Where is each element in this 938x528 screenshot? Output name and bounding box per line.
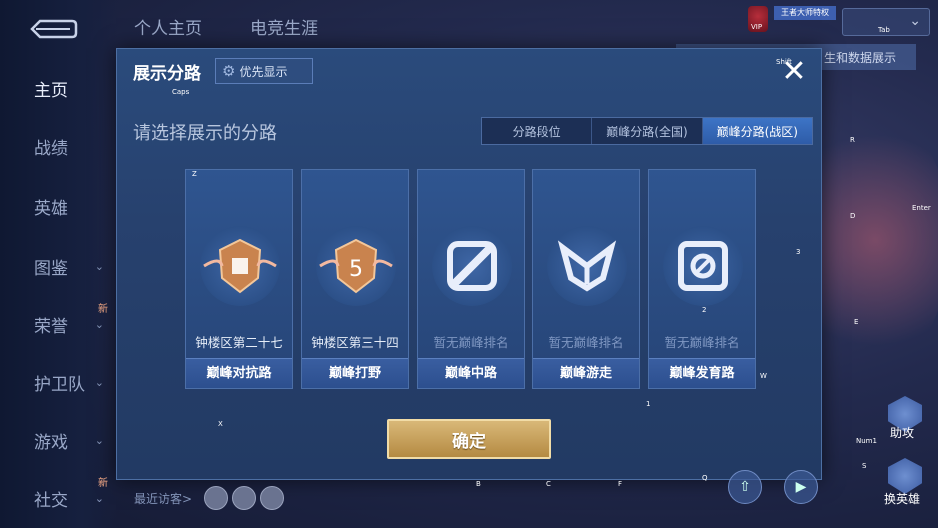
sidebar-item-label: 英雄 — [34, 198, 68, 219]
lane-card[interactable]: 暂无巅峰排名巅峰发育路 — [648, 169, 756, 389]
sidebar-item[interactable]: 图鉴 ⌄ — [0, 246, 118, 286]
lane-card[interactable]: 5 钟楼区第三十四巅峰打野 — [301, 169, 409, 389]
lane-card[interactable]: 钟楼区第二十七巅峰对抗路 — [185, 169, 293, 389]
mid-lane-icon — [432, 226, 512, 306]
shield-emblem-2-icon — [200, 226, 280, 306]
play-icon[interactable]: ▶ — [784, 470, 818, 504]
sidebar-item[interactable]: 战绩 — [0, 126, 118, 166]
sidebar-item[interactable]: 游戏 ⌄ — [0, 420, 118, 460]
hotkey-label: 3 — [796, 248, 801, 256]
lane-name: 巅峰游走 — [533, 358, 639, 388]
hotkey-label: 1 — [646, 400, 651, 408]
sidebar-item[interactable]: 主页 — [0, 68, 118, 108]
hotkey-label: Z — [192, 170, 197, 178]
swap-hero-label: 换英雄 — [884, 492, 921, 506]
chevron-down-icon: ⌄ — [94, 491, 104, 505]
sidebar-item-label: 战绩 — [34, 138, 68, 159]
visitor-avatar[interactable] — [232, 486, 256, 510]
svg-text:5: 5 — [349, 257, 363, 282]
gear-icon: ⚙ — [222, 62, 236, 80]
hotkey-label: Shift — [776, 58, 792, 66]
lane-rank-text: 暂无巅峰排名 — [664, 335, 740, 350]
lane-rank-text: 暂无巅峰排名 — [433, 335, 509, 350]
sidebar-item-label: 图鉴 — [34, 258, 68, 279]
farm-lane-icon — [663, 226, 743, 306]
chevron-down-icon: ⌄ — [94, 317, 104, 331]
chevron-down-icon: ⌄ — [94, 259, 104, 273]
hotkey-label: 2 — [702, 306, 707, 314]
chevron-down-icon: ⌄ — [909, 13, 921, 29]
chevron-down-icon: ⌄ — [94, 433, 104, 447]
hotkey-label: B — [476, 480, 481, 488]
sidebar-item[interactable]: 英雄 — [0, 186, 118, 226]
sidebar-item-label: 主页 — [34, 80, 68, 101]
sidebar-item-label: 社交 — [34, 490, 68, 511]
segment-lane-rank[interactable]: 分路段位 — [482, 118, 593, 144]
dialog-subtitle: 请选择展示的分路 — [133, 123, 277, 144]
segment-peak-national[interactable]: 巅峰分路(全国) — [592, 118, 703, 144]
lane-name: 巅峰发育路 — [649, 358, 755, 388]
lane-rank-text: 暂无巅峰排名 — [548, 335, 624, 350]
hotkey-label: Tab — [878, 26, 890, 34]
priority-display-button[interactable]: ⚙ 优先显示 — [215, 58, 313, 84]
chevron-down-icon: ⌄ — [94, 375, 104, 389]
visitor-avatar[interactable] — [260, 486, 284, 510]
hotkey-label: S — [862, 462, 867, 470]
lane-type-segmented-control: 分路段位 巅峰分路(全国) 巅峰分路(战区) — [481, 117, 813, 145]
lane-name: 巅峰打野 — [302, 358, 408, 388]
lane-name: 巅峰对抗路 — [186, 358, 292, 388]
recent-visitors-link[interactable]: 最近访客> — [134, 490, 192, 507]
roam-icon — [547, 226, 627, 306]
lane-rank-text: 钟楼区第二十七 — [195, 335, 283, 350]
back-arrow-icon[interactable] — [26, 18, 78, 40]
segment-peak-region[interactable]: 巅峰分路(战区) — [702, 118, 812, 144]
vip-badge-icon: VIP — [748, 6, 768, 32]
sidebar-item-label: 游戏 — [34, 432, 68, 453]
tab-esports-career[interactable]: 电竞生涯 — [250, 14, 318, 39]
dialog-title: 展示分路 — [133, 64, 201, 84]
sidebar: 主页 战绩 英雄 图鉴 ⌄ 荣誉 ⌄ 新护卫队 ⌄ 游戏 ⌄ 社交 ⌄ 新 — [0, 0, 118, 528]
hotkey-label: C — [546, 480, 551, 488]
sidebar-item[interactable]: 社交 ⌄ 新 — [0, 478, 118, 518]
hotkey-label: D — [850, 212, 856, 220]
swap-hero-icon[interactable] — [888, 458, 922, 494]
sidebar-item[interactable]: 护卫队 ⌄ — [0, 362, 118, 402]
shield-emblem-5-icon: 5 — [316, 226, 396, 306]
lane-name: 巅峰中路 — [418, 358, 524, 388]
hotkey-label: Caps — [172, 88, 190, 96]
confirm-button[interactable]: 确定 — [387, 419, 551, 459]
assist-label: 助攻 — [890, 426, 915, 440]
lane-rank-text: 钟楼区第三十四 — [311, 335, 399, 350]
new-badge: 新 — [98, 304, 108, 315]
hotkey-label: E — [854, 318, 859, 326]
sidebar-item-label: 护卫队 — [34, 374, 85, 395]
sidebar-item-label: 荣誉 — [34, 316, 68, 337]
visitor-avatar[interactable] — [204, 486, 228, 510]
hotkey-label: Num1 — [856, 437, 877, 445]
sidebar-item[interactable]: 荣誉 ⌄ 新 — [0, 304, 118, 344]
upload-icon[interactable]: ⇧ — [728, 470, 762, 504]
hotkey-label: X — [218, 420, 223, 428]
tab-personal-home[interactable]: 个人主页 — [134, 14, 202, 39]
hotkey-label: Enter — [912, 204, 931, 212]
hotkey-label: R — [850, 136, 855, 144]
hotkey-label: Q — [702, 474, 708, 482]
privilege-banner: 王者大师特权 — [774, 6, 836, 20]
lane-card[interactable]: 暂无巅峰排名巅峰游走 — [532, 169, 640, 389]
hotkey-label: W — [760, 372, 767, 380]
priority-display-label: 优先显示 — [239, 64, 288, 79]
lane-display-dialog: 展示分路 ⚙ 优先显示 ✕ 请选择展示的分路 分路段位 巅峰分路(全国) 巅峰分… — [116, 48, 822, 480]
lane-card[interactable]: 暂无巅峰排名巅峰中路 — [417, 169, 525, 389]
hotkey-label: F — [618, 480, 623, 488]
new-badge: 新 — [98, 478, 108, 489]
